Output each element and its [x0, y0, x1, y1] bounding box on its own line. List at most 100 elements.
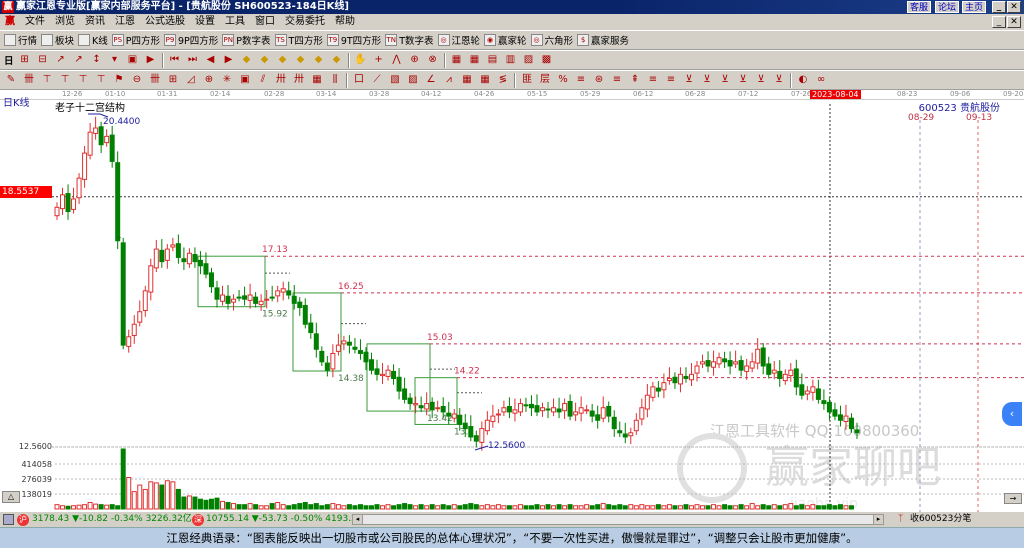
menu-help[interactable]: 帮助	[330, 14, 360, 30]
chart-tool-icon[interactable]: ▨	[522, 53, 536, 67]
horizontal-scrollbar[interactable]: ◂ ▸	[352, 514, 884, 525]
drawing-tool-icon[interactable]: ⚑	[112, 73, 126, 87]
drawing-tool-icon[interactable]: ∠	[424, 73, 438, 87]
chart-tool-icon[interactable]: ↕	[90, 53, 104, 67]
drawing-tool-icon[interactable]: ⇞	[628, 73, 642, 87]
toolbar-service-button[interactable]: $ 赢家服务	[577, 33, 629, 47]
menu-formula[interactable]: 公式选股	[140, 14, 190, 30]
drawing-tool-icon[interactable]: ∞	[814, 73, 828, 87]
toolbar-hexagon-button[interactable]: ◎ 六角形	[530, 33, 573, 47]
menu-gann[interactable]: 江恩	[110, 14, 140, 30]
drawing-tool-icon[interactable]: 卌	[148, 73, 162, 87]
chart-tool-icon[interactable]: ▦	[468, 53, 482, 67]
chart-tool-icon[interactable]: +	[372, 53, 386, 67]
toolbar-winner-wheel-button[interactable]: ◉ 赢家轮	[484, 33, 527, 47]
chart-tool-icon[interactable]: ⊕	[408, 53, 422, 67]
drawing-tool-icon[interactable]: %	[556, 73, 570, 87]
chart-tool-icon[interactable]: ⏭	[186, 53, 200, 67]
toolbar-quote-button[interactable]: 行情	[4, 33, 37, 47]
chart-tool-icon[interactable]: ▤	[486, 53, 500, 67]
tick-data-label[interactable]: 收600523分笔	[910, 512, 971, 527]
drawing-tool-icon[interactable]: 卌	[22, 73, 36, 87]
toolbar-gann-wheel-button[interactable]: ◎ 江恩轮	[437, 33, 480, 47]
chart-tool-icon[interactable]: ▦	[450, 53, 464, 67]
chart-tool-icon[interactable]: ✋	[354, 53, 368, 67]
drawing-tool-icon[interactable]: ≡	[574, 73, 588, 87]
menu-trade[interactable]: 交易委托	[280, 14, 330, 30]
drawing-tool-icon[interactable]: ✎	[4, 73, 18, 87]
toolbar-T-square-button[interactable]: TS T四方形	[274, 33, 323, 47]
toolbar-P-square-button[interactable]: PS P四方形	[111, 33, 160, 47]
toolbar-kline-button[interactable]: K线	[78, 33, 108, 47]
toolbar-P-table-button[interactable]: PN P数字表	[222, 33, 271, 47]
drawing-tool-icon[interactable]: ⊤	[76, 73, 90, 87]
chart-tool-icon[interactable]: ▾	[108, 53, 122, 67]
homepage-link[interactable]: 主页	[962, 1, 987, 13]
menu-file[interactable]: 文件	[20, 14, 50, 30]
drawing-tool-icon[interactable]: ≡	[610, 73, 624, 87]
drawing-tool-icon[interactable]: ≶	[496, 73, 510, 87]
customer-service-link[interactable]: 客服	[907, 1, 932, 13]
drawing-tool-icon[interactable]: ⩘	[442, 73, 456, 87]
menu-window[interactable]: 窗口	[250, 14, 280, 30]
drawing-tool-icon[interactable]: ⊻	[682, 73, 696, 87]
drawing-tool-icon[interactable]: ≡	[646, 73, 660, 87]
chart-tool-icon[interactable]: ◆	[330, 53, 344, 67]
menu-settings[interactable]: 设置	[190, 14, 220, 30]
chart-tool-icon[interactable]: ◆	[258, 53, 272, 67]
drawing-tool-icon[interactable]: ⫽	[256, 73, 270, 87]
toggle-indicator-button[interactable]: △	[2, 491, 20, 503]
chart-tool-icon[interactable]: ◆	[294, 53, 308, 67]
toolbar-9T-square-button[interactable]: T9 9T四方形	[326, 33, 381, 47]
chart-tool-icon[interactable]: ↗	[72, 53, 86, 67]
chart-tool-icon[interactable]: ⏮	[168, 53, 182, 67]
calculator-icon[interactable]	[3, 514, 14, 525]
drawing-tool-icon[interactable]: ✳	[220, 73, 234, 87]
chart-tool-icon[interactable]: ⊗	[426, 53, 440, 67]
drawing-tool-icon[interactable]: ⊻	[754, 73, 768, 87]
drawing-tool-icon[interactable]: 匪	[520, 73, 534, 87]
kline-chart-panel[interactable]: 12-26 01-10 01-31 02-14 02-28 03-14 03-28 04-12…	[0, 90, 1024, 512]
drawing-tool-icon[interactable]: ⊤	[94, 73, 108, 87]
toolbar-T-table-button[interactable]: TN T数字表	[385, 33, 434, 47]
chart-tool-icon[interactable]: ◆	[312, 53, 326, 67]
drawing-tool-icon[interactable]: ◿	[184, 73, 198, 87]
drawing-tool-icon[interactable]: ≡	[664, 73, 678, 87]
drawing-tool-icon[interactable]: ⊻	[718, 73, 732, 87]
drawing-tool-icon[interactable]: 层	[538, 73, 552, 87]
chart-tool-icon[interactable]: ▩	[540, 53, 554, 67]
child-close-button[interactable]: ✕	[1007, 16, 1021, 28]
scroll-right-button[interactable]: →	[1004, 493, 1022, 504]
drawing-tool-icon[interactable]: ⊤	[58, 73, 72, 87]
drawing-tool-icon[interactable]: ⊻	[772, 73, 786, 87]
menu-news[interactable]: 资讯	[80, 14, 110, 30]
drawing-tool-icon[interactable]: ⟋	[370, 73, 384, 87]
drawing-tool-icon[interactable]: ▦	[310, 73, 324, 87]
chart-tool-icon[interactable]: ↗	[54, 53, 68, 67]
toolbar-block-button[interactable]: 板块	[41, 33, 74, 47]
chart-tool-icon[interactable]: ◆	[240, 53, 254, 67]
chart-tool-icon[interactable]: ◀	[204, 53, 218, 67]
drawing-tool-icon[interactable]: ⊕	[202, 73, 216, 87]
chart-tool-icon[interactable]: ▶	[222, 53, 236, 67]
chart-tool-icon[interactable]: ▥	[504, 53, 518, 67]
drawing-tool-icon[interactable]: ▧	[388, 73, 402, 87]
drawing-tool-icon[interactable]: ▦	[460, 73, 474, 87]
menu-browse[interactable]: 浏览	[50, 14, 80, 30]
drawing-tool-icon[interactable]: ⊖	[130, 73, 144, 87]
chart-tool-icon[interactable]: ⋀	[390, 53, 404, 67]
toolbar-9P-square-button[interactable]: P9 9P四方形	[164, 33, 218, 47]
drawing-tool-icon[interactable]: ⫼	[328, 73, 342, 87]
child-minimize-button[interactable]: _	[992, 16, 1006, 28]
drawing-tool-icon[interactable]: ⊻	[700, 73, 714, 87]
kline-chart[interactable]: 江恩工具软件 QQ:100800360 赢家聊吧 jiaoba.vip 08-29 09…	[0, 90, 1024, 512]
drawing-tool-icon[interactable]: 卅	[274, 73, 288, 87]
drawing-tool-icon[interactable]: ⊞	[166, 73, 180, 87]
drawing-tool-icon[interactable]: 卅	[292, 73, 306, 87]
menu-tools[interactable]: 工具	[220, 14, 250, 30]
drawing-tool-icon[interactable]: ◐	[796, 73, 810, 87]
chart-tool-icon[interactable]: ◆	[276, 53, 290, 67]
drawing-tool-icon[interactable]: 口	[352, 73, 366, 87]
collapse-panel-button[interactable]: ‹	[1002, 402, 1022, 426]
chart-tool-icon[interactable]: ⊞	[18, 53, 32, 67]
